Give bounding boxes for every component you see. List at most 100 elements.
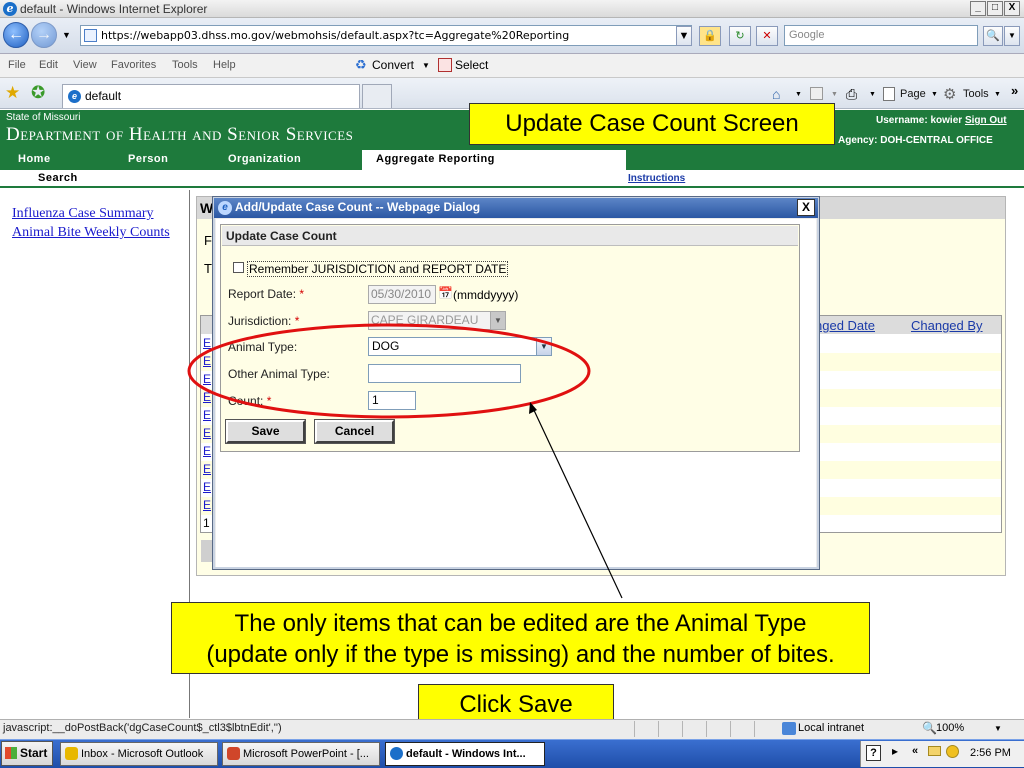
callout-title: Update Case Count Screen xyxy=(469,103,835,145)
mail-icon[interactable] xyxy=(928,746,941,756)
minimize-button[interactable]: _ xyxy=(970,1,986,16)
url-input[interactable]: https://webapp03.dhss.mo.gov/webmohsis/d… xyxy=(80,25,692,46)
row-edit-link[interactable]: E xyxy=(203,426,211,440)
animal-type-select[interactable]: DOG xyxy=(368,337,552,356)
instructions-link[interactable]: Instructions xyxy=(628,173,685,184)
select-icon xyxy=(438,58,452,72)
status-text: javascript:__doPostBack('dgCaseCount$_ct… xyxy=(3,722,282,734)
refresh-icon[interactable]: ↻ xyxy=(729,26,751,46)
more-commands-icon[interactable]: » xyxy=(1011,83,1018,98)
remember-checkbox[interactable] xyxy=(233,262,244,273)
other-animal-type-label: Other Animal Type: xyxy=(228,367,330,381)
zoom-level[interactable]: 100% xyxy=(936,722,964,734)
feeds-icon[interactable] xyxy=(810,87,823,100)
row-edit-link[interactable]: E xyxy=(203,444,211,458)
calendar-icon[interactable]: 📅 xyxy=(438,286,453,300)
maximize-button[interactable]: □ xyxy=(987,1,1003,16)
row-edit-link[interactable]: E xyxy=(203,462,211,476)
print-icon[interactable]: ⎙ xyxy=(846,86,857,103)
animal-type-dropdown-icon[interactable]: ▼ xyxy=(536,338,551,355)
menu-tools[interactable]: Tools xyxy=(172,59,198,71)
feeds-dropdown-icon[interactable]: ▼ xyxy=(831,91,838,98)
menu-favorites[interactable]: Favorites xyxy=(111,59,156,71)
new-tab-button[interactable] xyxy=(362,84,392,108)
count-label: Count: * xyxy=(228,394,271,408)
row-edit-link[interactable]: E xyxy=(203,372,211,386)
select-button[interactable]: Select xyxy=(455,58,488,72)
search-input[interactable]: Google xyxy=(784,25,978,46)
forward-arrow-icon[interactable]: → xyxy=(31,22,57,48)
zoom-dropdown-icon[interactable]: ▼ xyxy=(994,724,1002,733)
other-animal-type-input[interactable] xyxy=(368,364,521,383)
menu-edit[interactable]: Edit xyxy=(39,59,58,71)
task-internet-explorer[interactable]: default - Windows Int... xyxy=(385,742,545,766)
nav-tab-aggregate-reporting[interactable]: Aggregate Reporting xyxy=(362,150,626,170)
column-changed-by[interactable]: Changed By xyxy=(911,318,983,333)
row-edit-link[interactable]: E xyxy=(203,408,211,422)
network-icon[interactable]: ▸ xyxy=(892,744,898,758)
lock-icon[interactable]: 🔒 xyxy=(699,26,721,46)
zoom-icon[interactable]: 🔍 xyxy=(922,721,937,735)
tab-ie-icon: e xyxy=(68,90,81,103)
search-icon[interactable]: 🔍 xyxy=(983,26,1003,46)
status-segment xyxy=(658,721,680,737)
window-title: default - Windows Internet Explorer xyxy=(20,2,208,16)
home-dropdown-icon[interactable]: ▼ xyxy=(795,91,802,98)
page-dropdown-icon[interactable]: ▼ xyxy=(931,91,938,98)
username-label: Username: xyxy=(876,115,928,126)
count-input[interactable]: 1 xyxy=(368,391,416,410)
remember-label[interactable]: Remember JURISDICTION and REPORT DATE xyxy=(247,261,509,277)
convert-dropdown-icon[interactable]: ▼ xyxy=(422,61,430,70)
row-edit-link[interactable]: E xyxy=(203,336,211,350)
close-window-button[interactable]: X xyxy=(1004,1,1020,16)
task-powerpoint[interactable]: Microsoft PowerPoint - [... xyxy=(222,742,380,766)
tools-menu[interactable]: Tools xyxy=(963,88,989,100)
history-dropdown-icon[interactable]: ▼ xyxy=(62,30,71,40)
column-changed-date[interactable]: nged Date xyxy=(815,318,875,333)
row-edit-link[interactable]: E xyxy=(203,390,211,404)
animal-bite-weekly-counts-link[interactable]: Animal Bite Weekly Counts xyxy=(12,225,170,241)
row-edit-link[interactable]: E xyxy=(203,498,211,512)
nav-tab-person[interactable]: Person xyxy=(128,153,168,165)
convert-button[interactable]: Convert xyxy=(372,58,414,72)
content-label: T xyxy=(204,261,212,276)
url-dropdown-icon[interactable]: ▼ xyxy=(676,26,692,46)
outlook-icon xyxy=(65,747,78,760)
subnav-search[interactable]: Search xyxy=(38,172,78,184)
task-outlook[interactable]: Inbox - Microsoft Outlook xyxy=(60,742,218,766)
tab-default[interactable]: e default xyxy=(62,84,360,108)
messenger-icon[interactable] xyxy=(946,745,959,758)
home-icon[interactable]: ⌂ xyxy=(772,86,780,102)
save-button[interactable]: Save xyxy=(226,420,305,443)
clock[interactable]: 2:56 PM xyxy=(970,747,1011,759)
influenza-case-summary-link[interactable]: Influenza Case Summary xyxy=(12,206,154,222)
grid-page-number[interactable]: 1 xyxy=(203,516,210,530)
row-edit-link[interactable]: E xyxy=(203,480,211,494)
cancel-button[interactable]: Cancel xyxy=(315,420,394,443)
menu-file[interactable]: File xyxy=(8,59,26,71)
report-date-field: 05/30/2010 xyxy=(368,285,436,304)
search-options-icon[interactable]: ▼ xyxy=(1004,26,1020,46)
intranet-zone-icon xyxy=(782,722,796,735)
add-favorite-icon[interactable]: ✪ xyxy=(31,84,45,102)
tray-expand-icon[interactable]: « xyxy=(912,745,918,757)
windows-flag-icon xyxy=(5,747,17,759)
dialog-close-button[interactable]: X xyxy=(797,199,815,216)
left-navigation xyxy=(0,190,190,718)
page-menu[interactable]: Page xyxy=(900,88,926,100)
nav-tab-home[interactable]: Home xyxy=(18,153,51,165)
sub-navigation xyxy=(0,170,1024,188)
sign-out-link[interactable]: Sign Out xyxy=(965,115,1007,126)
tools-dropdown-icon[interactable]: ▼ xyxy=(994,91,1001,98)
back-arrow-icon[interactable]: ← xyxy=(3,22,29,48)
form-title: Update Case Count xyxy=(226,229,337,243)
stop-icon[interactable]: ✕ xyxy=(756,26,778,46)
row-edit-link[interactable]: E xyxy=(203,354,211,368)
menu-view[interactable]: View xyxy=(73,59,97,71)
print-dropdown-icon[interactable]: ▼ xyxy=(869,91,876,98)
nav-tab-organization[interactable]: Organization xyxy=(228,153,301,165)
start-button[interactable]: Start xyxy=(1,741,53,766)
help-icon[interactable]: ? xyxy=(866,745,881,761)
menu-help[interactable]: Help xyxy=(213,59,236,71)
favorites-star-icon[interactable]: ★ xyxy=(5,84,20,102)
